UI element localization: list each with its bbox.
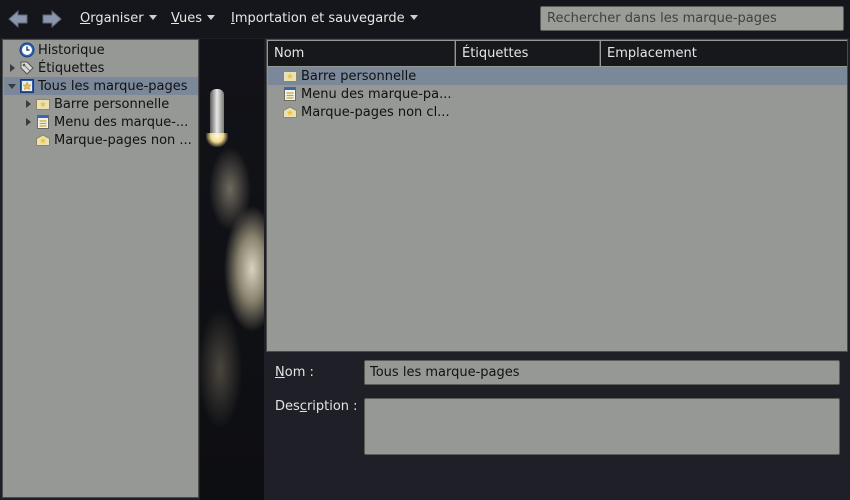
sidebar-item-label: Historique	[38, 42, 105, 58]
menu-organiser-label: rganiser	[90, 11, 144, 26]
menu-list-icon	[284, 87, 296, 101]
search-input[interactable]	[540, 6, 844, 31]
chevron-right-icon	[9, 64, 15, 72]
chevron-down-icon	[148, 15, 157, 20]
column-header-label: Emplacement	[607, 46, 697, 61]
expand-twisty[interactable]	[7, 81, 17, 91]
list-item[interactable]: Barre personnelle	[268, 67, 847, 85]
sidebar-item-label: Menu des marque-...	[54, 114, 189, 130]
forward-arrow-icon	[42, 9, 62, 29]
description-label-text: ription :	[306, 399, 358, 414]
list-item[interactable]: Marque-pages non cl...	[268, 103, 847, 121]
folder-star-icon	[36, 99, 50, 110]
tag-icon	[20, 61, 34, 75]
unsorted-bookmarks-icon	[283, 106, 297, 118]
desktop-wallpaper	[200, 39, 264, 500]
unsorted-bookmarks-icon	[36, 134, 50, 146]
chevron-right-icon	[25, 118, 31, 126]
chevron-right-icon	[25, 100, 31, 108]
chevron-down-icon	[409, 15, 418, 20]
sidebar-item-label: Barre personnelle	[54, 96, 170, 112]
sidebar-item-all-bookmarks[interactable]: Tous les marque-pages	[4, 77, 198, 95]
menu-list-icon	[37, 115, 49, 129]
list-item[interactable]: Menu des marque-pa...	[268, 85, 847, 103]
description-field[interactable]	[364, 398, 840, 455]
list-item-name: Menu des marque-pa...	[301, 86, 452, 102]
sidebar-item-label: Étiquettes	[38, 60, 105, 76]
name-field[interactable]	[364, 360, 840, 385]
description-label-pre: Des	[275, 399, 300, 414]
sidebar-item-menu-marque-pages[interactable]: Menu des marque-...	[23, 113, 198, 131]
launch-flame	[206, 133, 228, 147]
bookmarks-icon	[20, 79, 34, 93]
chevron-down-icon	[207, 15, 216, 20]
clock-icon	[19, 42, 35, 58]
description-label-accel: c	[299, 399, 307, 414]
expand-twisty[interactable]	[23, 117, 33, 127]
menu-organiser[interactable]: Organiser	[80, 11, 157, 26]
back-button[interactable]	[6, 8, 30, 30]
back-arrow-icon	[8, 9, 28, 29]
column-header-location[interactable]: Emplacement	[601, 41, 847, 66]
name-label: Nom :	[275, 365, 314, 380]
menu-import-label: mportation et sauvegarde	[234, 11, 405, 26]
sidebar-item-historique[interactable]: Historique	[7, 41, 198, 59]
sidebar-item-barre-personnelle[interactable]: Barre personnelle	[23, 95, 198, 113]
description-label: Description :	[275, 399, 358, 414]
menu-vues-accel: V	[171, 11, 180, 26]
folder-star-icon	[283, 71, 297, 82]
column-header-tags[interactable]: Étiquettes	[456, 41, 600, 66]
shuttle-image	[210, 89, 224, 135]
column-header-name[interactable]: Nom	[268, 41, 455, 66]
menu-import-save[interactable]: Importation et sauvegarde	[231, 11, 418, 26]
bookmarks-list: Nom Étiquettes Emplacement Barre personn…	[266, 39, 848, 352]
chevron-down-icon	[8, 83, 16, 89]
column-header-label: Étiquettes	[462, 46, 529, 61]
menu-vues[interactable]: Vues	[171, 11, 216, 26]
expand-twisty[interactable]	[7, 63, 17, 73]
expand-twisty[interactable]	[23, 99, 33, 109]
sidebar-item-non-classes[interactable]: Marque-pages non ...	[23, 131, 198, 149]
column-header-label: Nom	[274, 46, 305, 61]
sidebar-item-label: Marque-pages non ...	[54, 132, 192, 148]
list-item-name: Marque-pages non cl...	[301, 104, 450, 120]
forward-button[interactable]	[40, 8, 64, 30]
name-label-accel: N	[275, 365, 285, 380]
sidebar-item-etiquettes[interactable]: Étiquettes	[7, 59, 198, 77]
sidebar-item-label: Tous les marque-pages	[38, 78, 188, 94]
toolbar: Organiser Vues Importation et sauvegarde	[0, 0, 850, 38]
name-label-text: om :	[284, 365, 314, 380]
list-item-name: Barre personnelle	[301, 68, 417, 84]
sidebar-tree: Historique Étiquettes Tous les marque-pa…	[2, 39, 199, 498]
menu-organiser-accel: O	[80, 11, 91, 26]
menu-vues-label: ues	[179, 11, 203, 26]
